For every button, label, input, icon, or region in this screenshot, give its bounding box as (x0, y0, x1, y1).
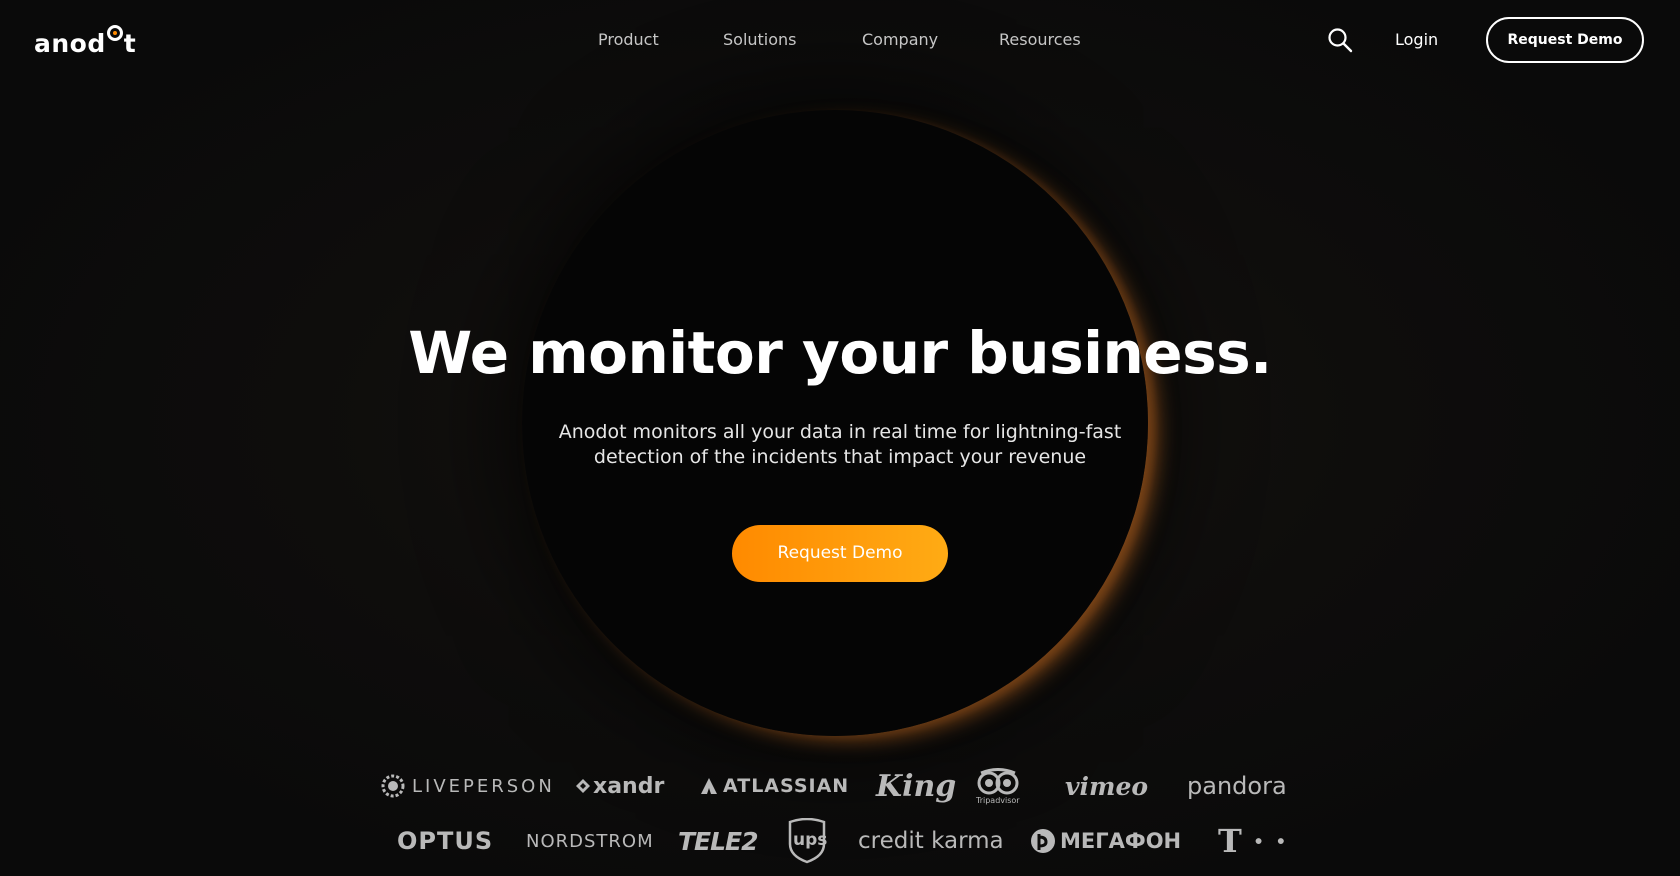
customer-logos-row-2: OPTUS NORDSTROM TELE2 ups credit karma М… (0, 818, 1680, 864)
xandr-text: xandr (593, 773, 665, 799)
optus-text: OPTUS (397, 827, 494, 855)
liveperson-text: LIVEPERSON (412, 775, 555, 797)
hero-request-demo-button[interactable]: Request Demo (732, 525, 948, 582)
liveperson-logo: LIVEPERSON (381, 763, 555, 809)
header: anod t Product Solutions Company Resource… (0, 0, 1680, 80)
nav-resources[interactable]: Resources (999, 28, 1081, 52)
hero-subtitle-line-1: Anodot monitors all your data in real ti… (558, 421, 1122, 443)
ups-text: ups (793, 830, 828, 850)
hero-subtitle-line-2: detection of the incidents that impact y… (593, 446, 1087, 468)
login-link[interactable]: Login (1395, 28, 1438, 52)
king-text: King (876, 768, 957, 804)
tripadvisor-logo: Tripadvisor (976, 763, 1020, 809)
optus-logo: OPTUS (397, 818, 493, 864)
nav-company[interactable]: Company (862, 28, 938, 52)
hero-title: We monitor your business. (408, 319, 1272, 387)
megafon-text: МЕГАФОН (1060, 829, 1182, 853)
tele2-text: TELE2 (678, 826, 759, 856)
xandr-logo: xandr (575, 763, 664, 809)
customer-logos-row-1: LIVEPERSON xandr ATLASSIAN King Tripadvi… (0, 763, 1680, 809)
vimeo-logo: vimeo (1065, 763, 1148, 809)
nordstrom-logo: NORDSTROM (526, 818, 654, 864)
page: anod t Product Solutions Company Resource… (0, 0, 1680, 876)
pandora-text: pandora (1187, 772, 1287, 800)
credit-karma-logo: credit karma (858, 818, 1004, 864)
king-logo: King (876, 763, 956, 809)
header-request-demo-button[interactable]: Request Demo (1486, 17, 1644, 63)
credit-karma-text: credit karma (858, 828, 1004, 854)
nav-solutions[interactable]: Solutions (723, 28, 797, 52)
nav-product[interactable]: Product (598, 28, 659, 52)
ups-logo: ups (787, 818, 827, 864)
atlassian-logo: ATLASSIAN (700, 763, 849, 809)
tripadvisor-text: Tripadvisor (976, 795, 1020, 805)
nordstrom-text: NORDSTROM (526, 830, 654, 852)
hero-subtitle: Anodot monitors all your data in real ti… (540, 420, 1140, 470)
telekom-text: T · · (1218, 822, 1287, 860)
liveperson-icon (381, 774, 405, 798)
search-icon[interactable] (1327, 27, 1353, 53)
tele2-logo: TELE2 (678, 818, 759, 864)
pandora-logo: pandora (1187, 763, 1287, 809)
megafon-icon (1031, 829, 1055, 853)
tripadvisor-owl-icon (977, 767, 1019, 794)
vimeo-text: vimeo (1065, 771, 1149, 801)
xandr-icon (576, 779, 590, 793)
telekom-logo: T · · (1218, 818, 1286, 864)
megafon-logo: МЕГАФОН (1030, 818, 1181, 864)
atlassian-text: ATLASSIAN (723, 775, 850, 797)
atlassian-icon (701, 778, 717, 794)
